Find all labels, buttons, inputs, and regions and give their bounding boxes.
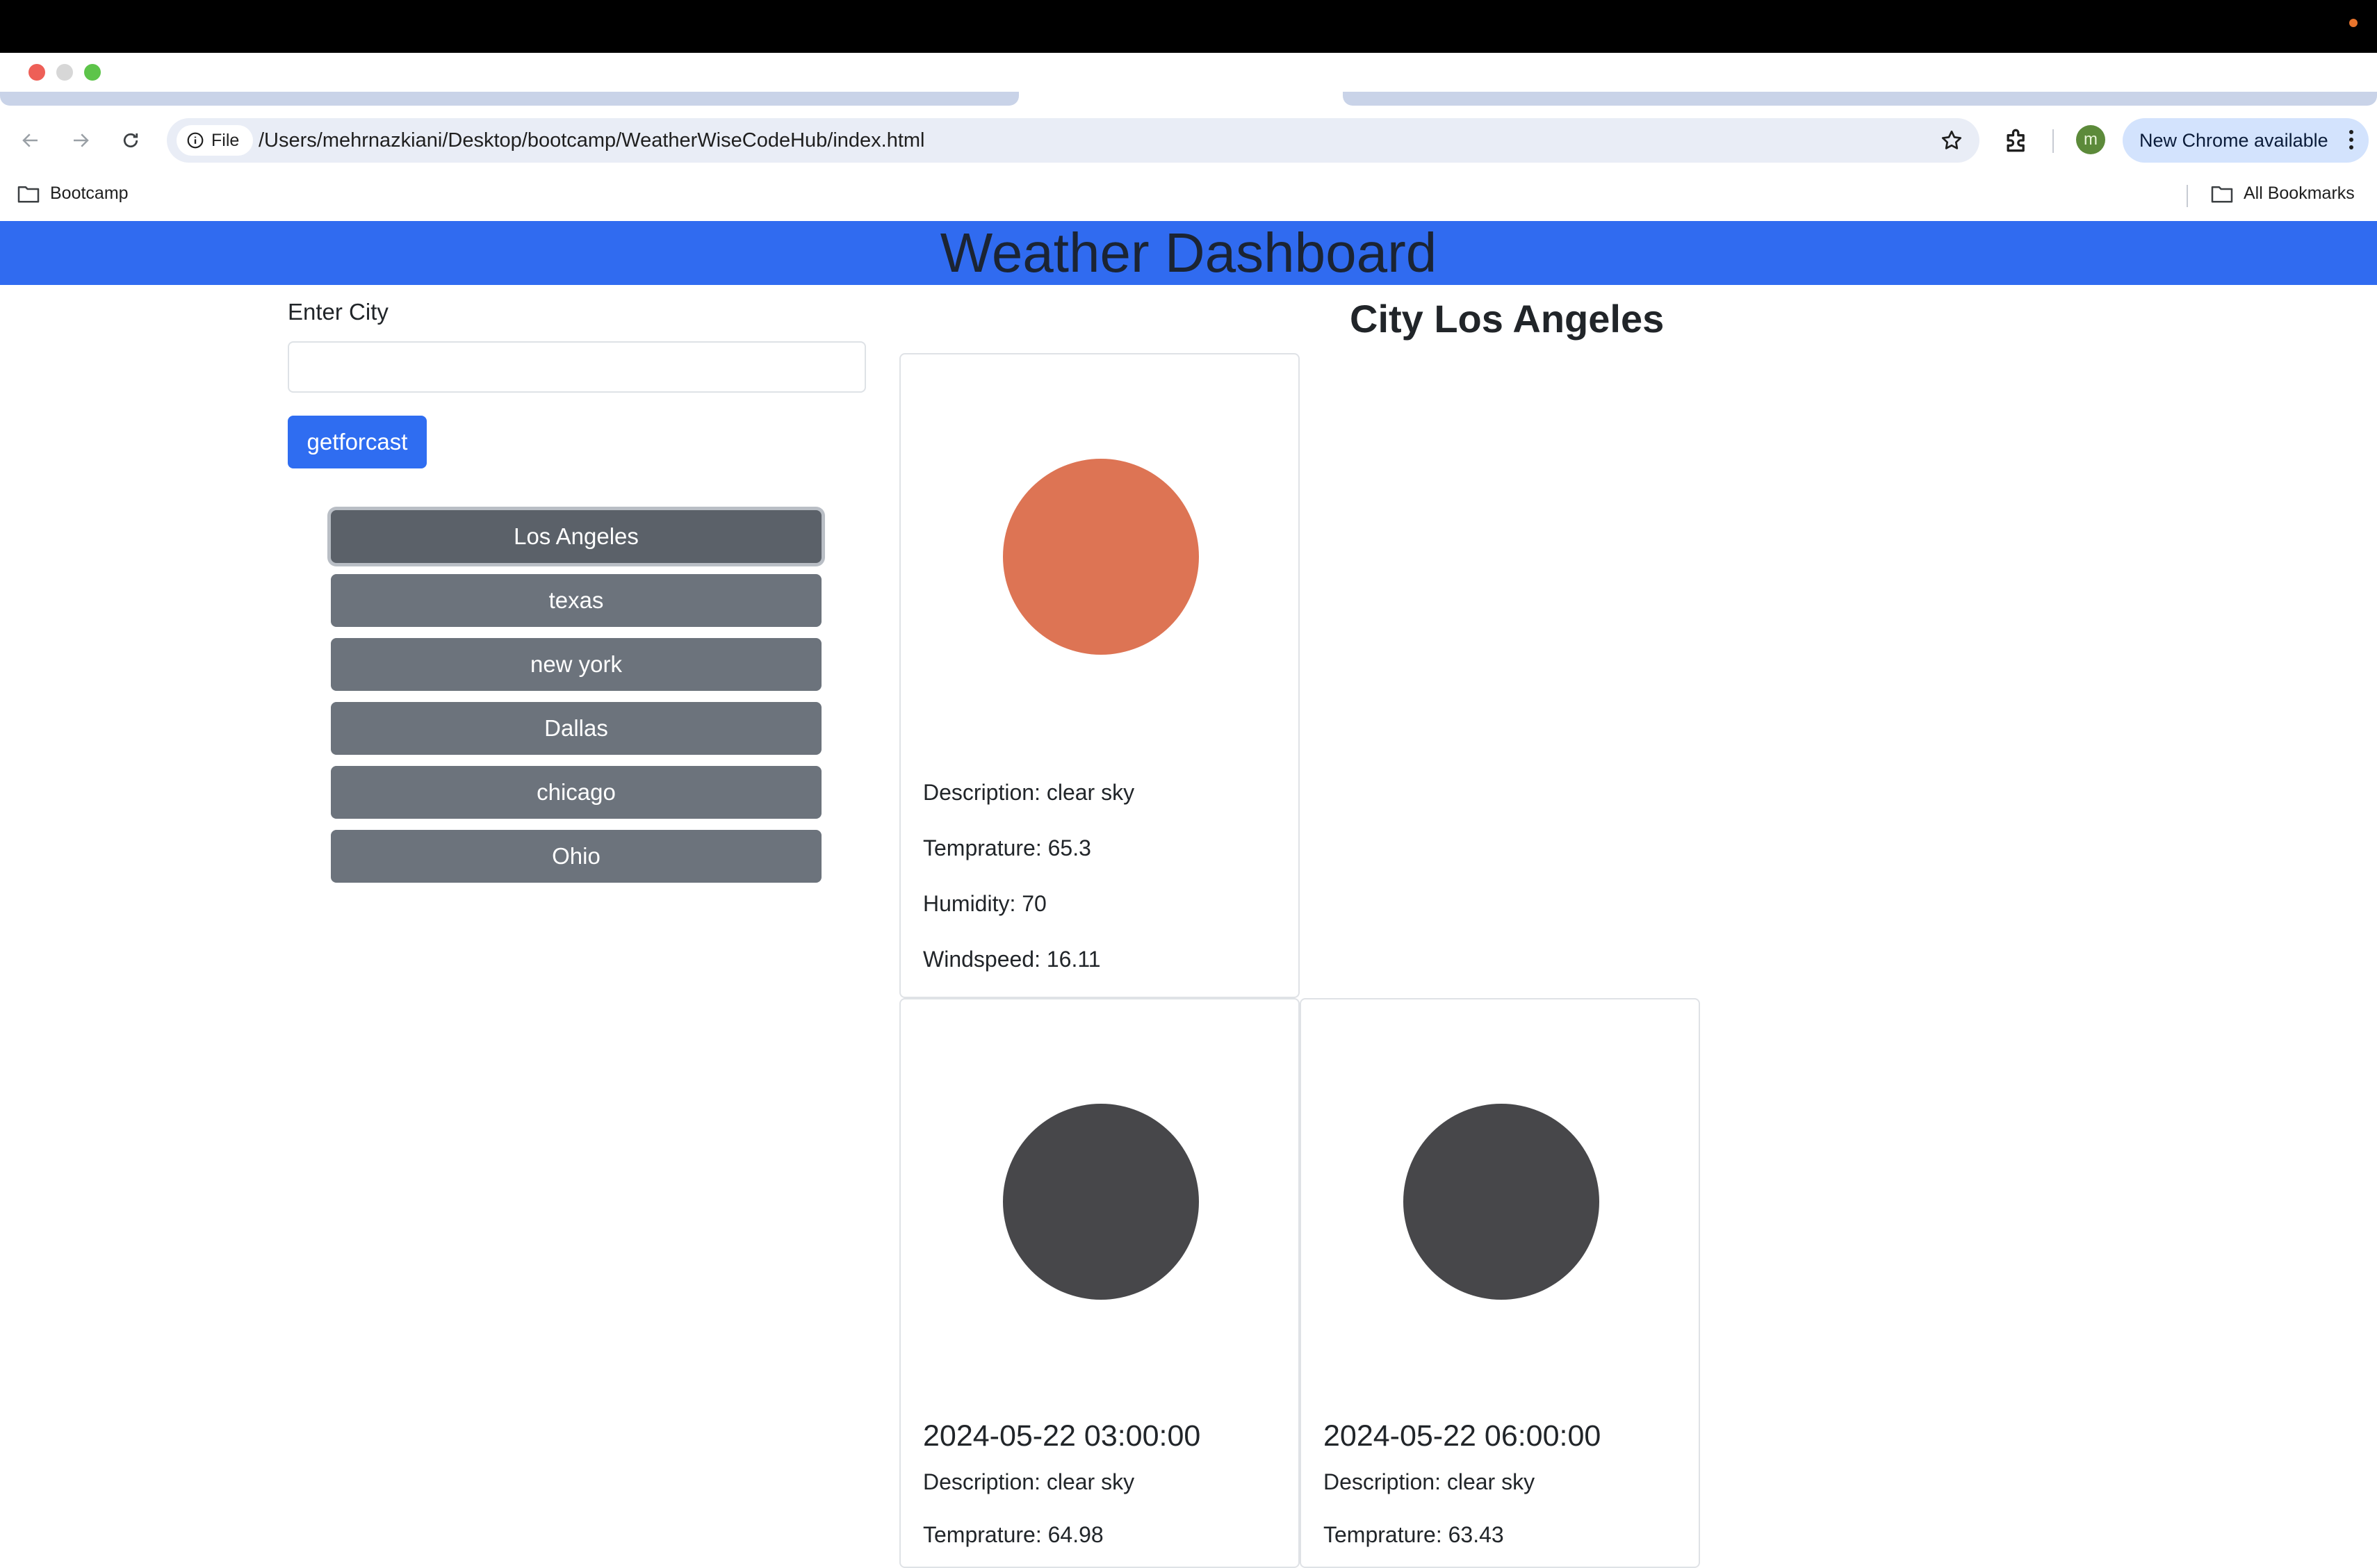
folder-icon bbox=[2211, 186, 2233, 202]
all-bookmarks-button[interactable]: All Bookmarks bbox=[2210, 183, 2355, 204]
forward-button[interactable] bbox=[64, 124, 97, 157]
forecast-description: Description: clear sky bbox=[1323, 1469, 1535, 1494]
address-bar[interactable]: File /Users/mehrnazkiani/Desktop/bootcam… bbox=[167, 118, 1979, 163]
forecast-temperature: Temprature: 63.43 bbox=[1323, 1522, 1504, 1547]
update-label: New Chrome available bbox=[2139, 129, 2328, 151]
toolbar-divider bbox=[2052, 129, 2054, 153]
city-input[interactable] bbox=[288, 341, 866, 393]
recording-indicator-icon bbox=[2349, 19, 2358, 27]
profile-avatar[interactable]: m bbox=[2076, 125, 2105, 154]
current-weather-card: Description: clear sky Temprature: 65.3 … bbox=[899, 353, 1300, 998]
city-button-ohio[interactable]: Ohio bbox=[331, 830, 822, 883]
minimize-window-button[interactable] bbox=[56, 64, 73, 81]
folder-icon bbox=[17, 186, 40, 202]
city-button-los-angeles[interactable]: Los Angeles bbox=[331, 510, 822, 563]
current-temperature: Temprature: 65.3 bbox=[923, 835, 1091, 860]
browser-tab[interactable] bbox=[1343, 92, 2377, 106]
info-icon bbox=[187, 132, 204, 149]
city-button-new-york[interactable]: new york bbox=[331, 638, 822, 691]
current-humidity: Humidity: 70 bbox=[923, 891, 1047, 916]
maximize-window-button[interactable] bbox=[84, 64, 101, 81]
url-text[interactable]: /Users/mehrnazkiani/Desktop/bootcamp/Wea… bbox=[259, 129, 925, 152]
weather-moon-icon bbox=[1003, 1104, 1199, 1300]
forecast-card: 2024-05-22 06:00:00 Description: clear s… bbox=[1300, 998, 1700, 1568]
page-title: Weather Dashboard bbox=[940, 222, 1437, 284]
forecast-description: Description: clear sky bbox=[923, 1469, 1135, 1494]
bookmarks-divider bbox=[2187, 185, 2188, 207]
get-forecast-button[interactable]: getforcast bbox=[288, 416, 427, 468]
tab-strip bbox=[0, 92, 2377, 108]
arrow-right-icon bbox=[74, 133, 89, 147]
more-menu-icon[interactable] bbox=[2349, 130, 2355, 149]
bookmarks-bar: Bootcamp All Bookmarks bbox=[0, 172, 2377, 221]
extensions-puzzle-icon[interactable] bbox=[2002, 125, 2032, 156]
current-windspeed: Windspeed: 16.11 bbox=[923, 947, 1101, 972]
city-button-dallas[interactable]: Dallas bbox=[331, 702, 822, 755]
forecast-date: 2024-05-22 03:00:00 bbox=[923, 1419, 1201, 1453]
forecast-temperature: Temprature: 64.98 bbox=[923, 1522, 1104, 1547]
arrow-left-icon bbox=[22, 133, 38, 147]
city-button-texas[interactable]: texas bbox=[331, 574, 822, 627]
chrome-update-button[interactable]: New Chrome available bbox=[2123, 118, 2369, 163]
bookmark-star-icon[interactable] bbox=[1939, 128, 1964, 153]
weather-moon-icon bbox=[1403, 1104, 1599, 1300]
close-window-button[interactable] bbox=[28, 64, 45, 81]
reload-icon bbox=[123, 133, 138, 148]
bookmark-label: All Bookmarks bbox=[2244, 183, 2355, 203]
file-chip-label: File bbox=[211, 130, 240, 150]
window-titlebar bbox=[0, 53, 2377, 108]
forecast-card: 2024-05-22 03:00:00 Description: clear s… bbox=[899, 998, 1300, 1568]
page-header: Weather Dashboard bbox=[0, 221, 2377, 285]
browser-tab[interactable] bbox=[0, 92, 1019, 106]
bookmark-folder-bootcamp[interactable]: Bootcamp bbox=[17, 183, 129, 204]
bookmark-label: Bootcamp bbox=[50, 183, 129, 203]
city-label: Enter City bbox=[288, 299, 389, 325]
profile-initial: m bbox=[2084, 130, 2098, 149]
forecast-date: 2024-05-22 06:00:00 bbox=[1323, 1419, 1601, 1453]
current-description: Description: clear sky bbox=[923, 780, 1135, 805]
saved-city-list: Los Angeles texas new york Dallas chicag… bbox=[331, 510, 822, 894]
os-menu-bar bbox=[0, 0, 2377, 53]
weather-sun-icon bbox=[1003, 459, 1199, 655]
site-info-chip[interactable]: File bbox=[177, 125, 254, 156]
city-heading: City Los Angeles bbox=[1350, 297, 1665, 341]
browser-toolbar: File /Users/mehrnazkiani/Desktop/bootcam… bbox=[0, 108, 2377, 172]
back-button[interactable] bbox=[14, 124, 47, 157]
reload-button[interactable] bbox=[114, 124, 147, 157]
city-button-chicago[interactable]: chicago bbox=[331, 766, 822, 819]
